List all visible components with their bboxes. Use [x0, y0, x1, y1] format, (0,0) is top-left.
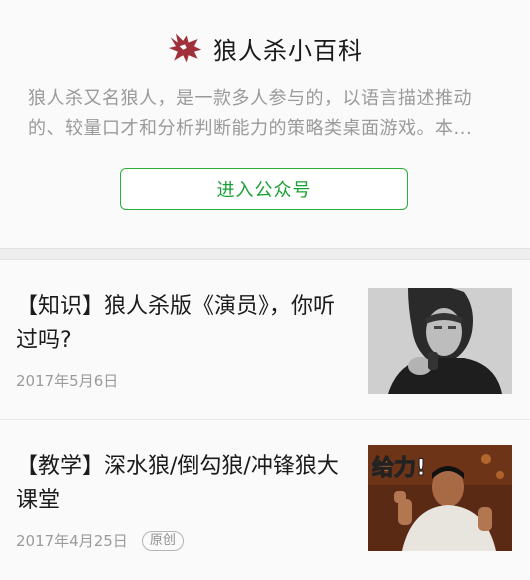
wolf-head-icon — [168, 33, 202, 63]
article-thumbnail[interactable]: 给力! — [368, 445, 512, 551]
thumbnail-caption: 给力! — [372, 455, 426, 481]
article-title[interactable]: 【教学】深水狼/倒勾狼/冲锋狼大课堂 — [16, 450, 352, 518]
section-divider — [0, 248, 530, 260]
article-date: 2017年4月25日 — [16, 532, 128, 550]
article-item[interactable]: 【知识】狼人杀版《演员》，你听过吗? 2017年5月6日 — [0, 260, 530, 420]
original-badge: 原创 — [141, 530, 184, 551]
article-date: 2017年5月6日 — [16, 372, 119, 390]
enter-official-account-button[interactable]: 进入公众号 — [120, 168, 408, 210]
article-thumbnail[interactable] — [368, 288, 512, 394]
article-meta: 2017年5月6日 — [16, 370, 118, 391]
account-header: 狼人杀小百科 — [0, 30, 530, 66]
article-item[interactable]: 【教学】深水狼/倒勾狼/冲锋狼大课堂 2017年4月25日 原创 给力! — [0, 420, 530, 580]
article-meta: 2017年4月25日 原创 — [16, 530, 184, 551]
account-profile: 狼人杀小百科 狼人杀又名狼人，是一款多人参与的，以语言描述推动的、较量口才和分析… — [0, 0, 530, 248]
article-list: 【知识】狼人杀版《演员》，你听过吗? 2017年5月6日 【教学】深水狼/倒勾狼… — [0, 260, 530, 580]
account-description: 狼人杀又名狼人，是一款多人参与的，以语言描述推动的、较量口才和分析判断能力的策略… — [28, 88, 473, 139]
account-name: 狼人杀小百科 — [213, 36, 363, 65]
article-title[interactable]: 【知识】狼人杀版《演员》，你听过吗? — [16, 290, 352, 358]
